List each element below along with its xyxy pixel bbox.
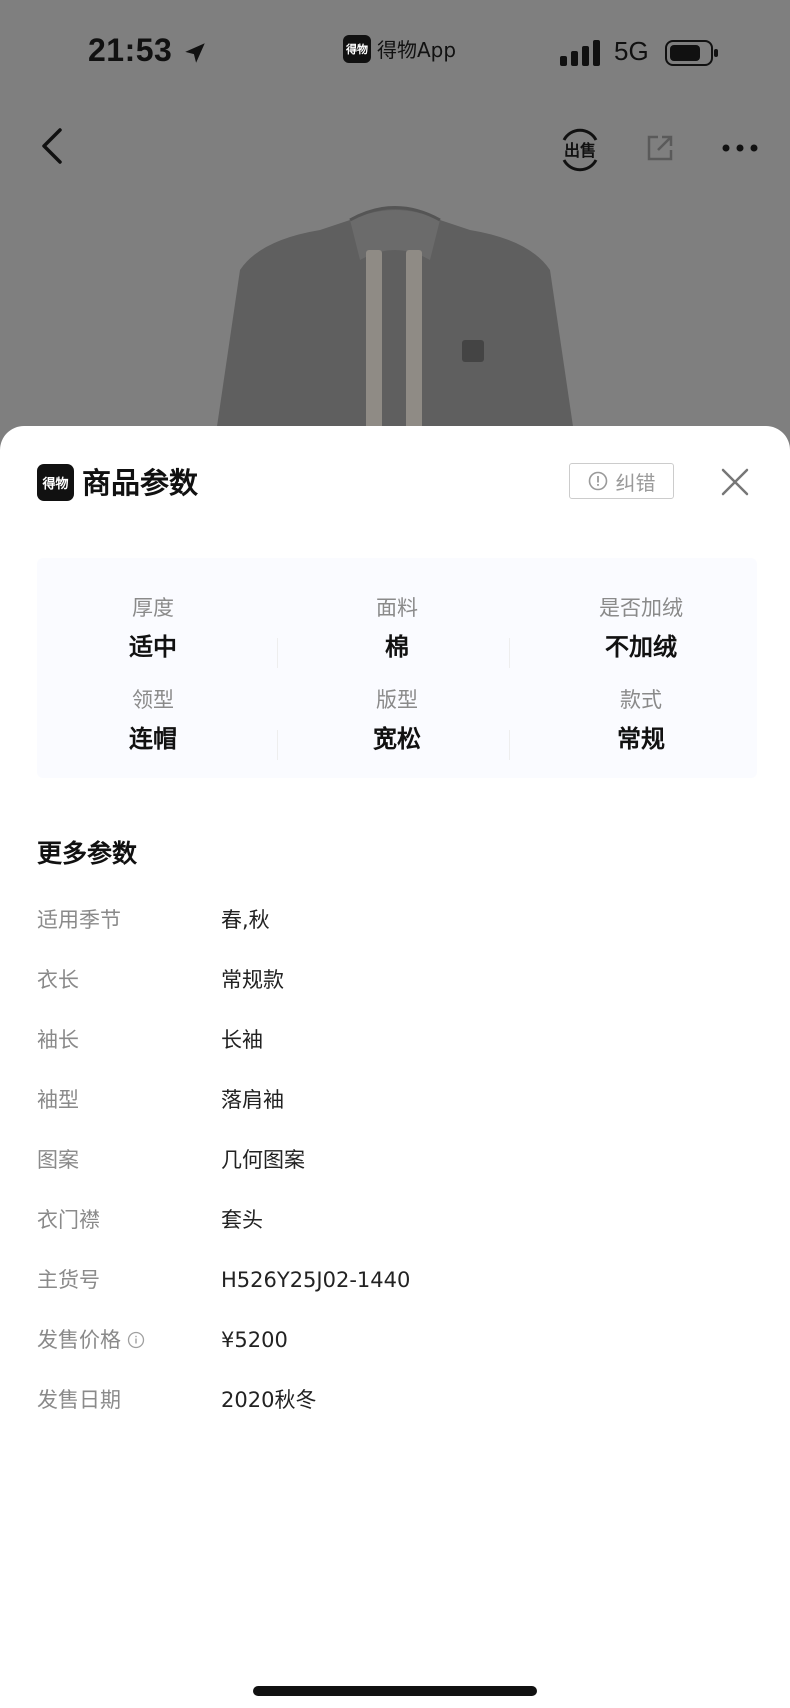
param-row: 发售价格 ¥5200 (37, 1320, 757, 1360)
key-param-item: 款式 常规 (525, 686, 757, 756)
param-label: 图案 (37, 1140, 79, 1180)
param-value: 2020秋冬 (221, 1388, 317, 1412)
param-label-text: 适用季节 (37, 908, 121, 932)
param-row: 适用季节 春,秋 (37, 900, 757, 940)
param-label-text: 袖型 (37, 1088, 79, 1112)
param-value: 长袖 (221, 1028, 263, 1052)
key-param-label: 款式 (620, 688, 662, 712)
location-arrow-icon (185, 43, 205, 63)
param-value: H526Y25J02-1440 (221, 1268, 411, 1292)
dewu-logo-icon: 得物 (37, 464, 74, 501)
param-label-text: 发售价格 (37, 1328, 121, 1352)
sell-button[interactable]: 出售 (558, 128, 602, 172)
more-params-title: 更多参数 (37, 839, 138, 868)
param-label-text: 发售日期 (37, 1388, 121, 1412)
key-param-item: 厚度 适中 (37, 594, 269, 664)
param-label: 发售价格 (37, 1320, 145, 1360)
param-row: 衣长 常规款 (37, 960, 757, 1000)
sell-icon: 出售 (562, 128, 598, 172)
grid-divider (509, 638, 510, 668)
grid-divider (277, 638, 278, 668)
key-param-item: 版型 宽松 (281, 686, 513, 756)
product-image[interactable] (200, 200, 590, 440)
alert-circle-icon (588, 471, 607, 491)
param-value: ¥5200 (221, 1328, 288, 1352)
key-param-value: 棉 (385, 633, 409, 661)
app-logo-icon: 得物 (343, 34, 371, 63)
close-icon[interactable] (720, 467, 750, 497)
key-param-label: 领型 (132, 688, 174, 712)
param-label: 衣门襟 (37, 1200, 100, 1240)
chevron-left-icon[interactable] (36, 124, 68, 168)
sell-label: 出售 (564, 141, 596, 160)
info-circle-icon[interactable] (127, 1331, 145, 1349)
param-label: 适用季节 (37, 900, 121, 940)
key-param-label: 版型 (376, 688, 418, 712)
source-app-badge[interactable]: 得物 得物App (343, 34, 456, 63)
key-param-value: 不加绒 (605, 633, 677, 661)
share-icon[interactable] (644, 132, 676, 164)
key-param-item: 领型 连帽 (37, 686, 269, 756)
param-row: 图案 几何图案 (37, 1140, 757, 1180)
sheet-title: 商品参数 (82, 466, 199, 500)
param-label-text: 衣长 (37, 968, 79, 992)
param-row: 发售日期 2020秋冬 (37, 1380, 757, 1420)
param-label: 发售日期 (37, 1380, 121, 1420)
param-value: 常规款 (221, 968, 284, 992)
param-label: 袖长 (37, 1020, 79, 1060)
key-params-grid: 厚度 适中 面料 棉 是否加绒 不加绒 领型 连帽 版型 宽松 款式 常规 (37, 558, 757, 778)
key-param-value: 宽松 (373, 725, 421, 753)
product-params-sheet: 得物 商品参数 纠错 厚度 适中 面料 棉 是否加绒 不加绒 领型 连帽 版型 … (0, 426, 790, 1708)
key-param-value: 连帽 (129, 725, 177, 753)
report-error-button[interactable]: 纠错 (569, 463, 674, 499)
more-dots-icon[interactable] (722, 144, 758, 152)
status-time: 21:53 (88, 32, 173, 68)
param-row: 袖长 长袖 (37, 1020, 757, 1060)
home-indicator[interactable] (253, 1686, 537, 1696)
param-value: 春,秋 (221, 908, 270, 932)
status-bar: 21:53 得物 得物App 5G (0, 0, 790, 110)
sheet-header: 得物 商品参数 纠错 (0, 426, 790, 536)
param-value: 套头 (221, 1208, 263, 1232)
param-row: 衣门襟 套头 (37, 1200, 757, 1240)
logo-patch (462, 340, 484, 362)
grid-divider (509, 730, 510, 760)
param-label: 主货号 (37, 1260, 100, 1300)
source-app-name: 得物App (377, 38, 457, 62)
battery-icon (665, 40, 718, 66)
param-label-text: 衣门襟 (37, 1208, 100, 1232)
key-param-label: 是否加绒 (599, 596, 683, 620)
key-param-item: 面料 棉 (281, 594, 513, 664)
cellular-signal-icon (560, 40, 600, 66)
param-value: 几何图案 (221, 1148, 305, 1172)
key-param-value: 常规 (617, 725, 665, 753)
param-label: 袖型 (37, 1080, 79, 1120)
param-row: 主货号 H526Y25J02-1440 (37, 1260, 757, 1300)
param-row: 袖型 落肩袖 (37, 1080, 757, 1120)
param-label-text: 主货号 (37, 1268, 100, 1292)
param-label-text: 袖长 (37, 1028, 79, 1052)
key-param-value: 适中 (129, 633, 177, 661)
network-type: 5G (614, 36, 649, 66)
param-label-text: 图案 (37, 1148, 79, 1172)
key-param-label: 厚度 (132, 596, 174, 620)
grid-divider (277, 730, 278, 760)
report-error-label: 纠错 (615, 470, 656, 495)
key-param-label: 面料 (376, 596, 418, 620)
param-label: 衣长 (37, 960, 79, 1000)
param-value: 落肩袖 (221, 1088, 284, 1112)
key-param-item: 是否加绒 不加绒 (525, 594, 757, 664)
